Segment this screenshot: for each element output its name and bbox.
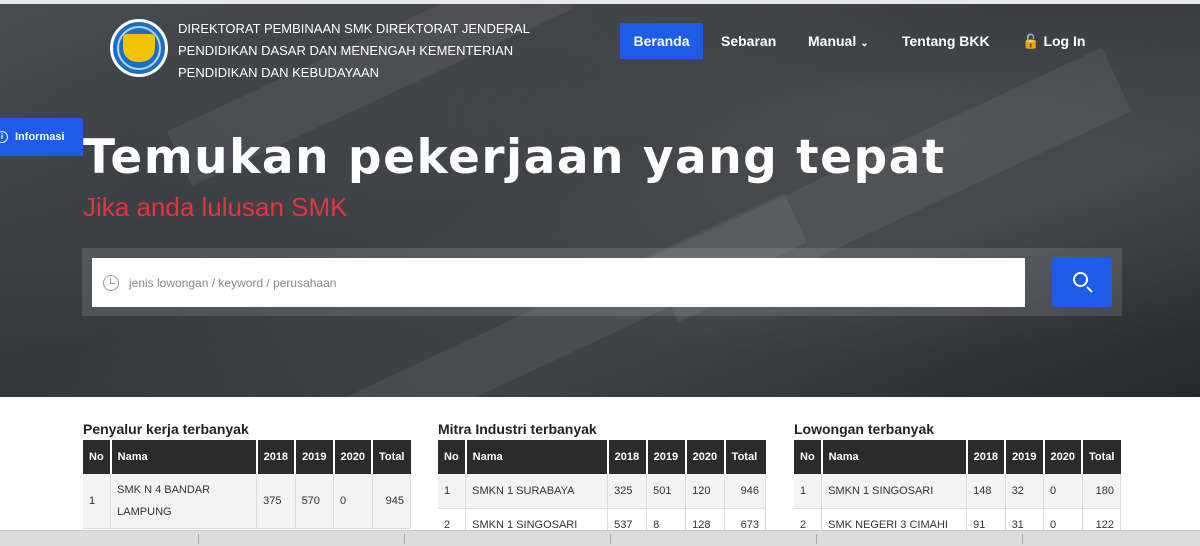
nav-login[interactable]: 🔓 Log In <box>1022 23 1085 59</box>
cell-2020: 0 <box>1043 474 1083 509</box>
col-2020[interactable]: 2020 <box>333 440 374 474</box>
table-header-row: No Nama 2018 2019 2020 Total <box>83 440 411 474</box>
cell-2018: 148 <box>966 474 1006 509</box>
col-no[interactable]: No <box>438 440 467 474</box>
col-no[interactable]: No <box>794 440 823 474</box>
cell-no: 1 <box>83 474 112 529</box>
col-2020[interactable]: 2020 <box>685 440 726 474</box>
cell-2020: 0 <box>333 474 373 529</box>
col-2018[interactable]: 2018 <box>966 440 1007 474</box>
nav-sebaran[interactable]: Sebaran <box>721 23 776 59</box>
informasi-label: Informasi <box>15 131 65 143</box>
nav-tentang-bkk[interactable]: Tentang BKK <box>902 23 990 59</box>
hero-headline: Temukan pekerjaan yang tepat <box>83 130 946 185</box>
hero-subline: Jika anda lulusan SMK <box>83 192 348 222</box>
cell-total: 945 <box>372 474 412 529</box>
col-2020[interactable]: 2020 <box>1043 440 1084 474</box>
info-icon: i <box>0 131 8 143</box>
chevron-down-icon: ⌄ <box>860 38 869 49</box>
browser-status-bar <box>0 530 1200 546</box>
col-total[interactable]: Total <box>1082 440 1121 474</box>
col-2019[interactable]: 2019 <box>295 440 335 474</box>
informasi-tab[interactable]: i Informasi <box>0 118 83 156</box>
col-total[interactable]: Total <box>724 440 766 474</box>
col-2019[interactable]: 2019 <box>1005 440 1045 474</box>
cell-2019: 501 <box>646 474 687 509</box>
cell-2018: 375 <box>256 474 296 529</box>
top-border <box>0 0 1200 4</box>
cell-2018: 325 <box>607 474 648 509</box>
table-header-row: No Nama 2018 2019 2020 Total <box>794 440 1121 474</box>
table-row[interactable]: 1 SMKN 1 SINGOSARI 148 32 0 180 <box>794 474 1122 509</box>
cell-nama: SMK N 4 BANDAR LAMPUNG <box>110 474 258 529</box>
mitra-table: No Nama 2018 2019 2020 Total 1 SMKN 1 SU… <box>438 440 766 543</box>
lock-icon: 🔓 <box>1022 33 1040 49</box>
cell-no: 1 <box>794 474 823 509</box>
lowongan-table: No Nama 2018 2019 2020 Total 1 SMKN 1 SI… <box>794 440 1122 543</box>
col-no[interactable]: No <box>83 440 112 474</box>
table-row[interactable]: 1 SMK N 4 BANDAR LAMPUNG 375 570 0 945 <box>83 474 412 529</box>
cell-nama: SMKN 1 SINGOSARI <box>821 474 968 509</box>
search-placeholder: jenis lowongan / keyword / perusahaan <box>129 276 337 290</box>
penyalur-title: Penyalur kerja terbanyak <box>83 421 249 437</box>
cell-2019: 32 <box>1005 474 1045 509</box>
nav-manual[interactable]: Manual ⌄ <box>808 23 869 59</box>
clock-icon <box>103 275 119 291</box>
mitra-title: Mitra Industri terbanyak <box>438 421 597 437</box>
nav-manual-label: Manual <box>808 33 857 49</box>
search-icon <box>1073 272 1088 287</box>
cell-2020: 120 <box>685 474 726 509</box>
col-nama[interactable]: Nama <box>465 440 609 474</box>
brand-line-2: PENDIDIKAN DASAR DAN MENENGAH KEMENTERIA… <box>178 43 514 58</box>
cell-total: 180 <box>1082 474 1122 509</box>
penyalur-table: No Nama 2018 2019 2020 Total 1 SMK N 4 B… <box>83 440 412 529</box>
cell-nama: SMKN 1 SURABAYA <box>465 474 609 509</box>
table-header-row: No Nama 2018 2019 2020 Total <box>438 440 766 474</box>
col-nama[interactable]: Nama <box>110 440 258 474</box>
brand-line-1: DIREKTORAT PEMBINAAN SMK DIREKTORAT JEND… <box>178 21 530 36</box>
search-button[interactable] <box>1052 257 1112 307</box>
col-nama[interactable]: Nama <box>821 440 968 474</box>
col-2019[interactable]: 2019 <box>646 440 687 474</box>
nav-beranda[interactable]: Beranda <box>620 23 703 59</box>
brand-line-3: PENDIDIKAN DAN KEBUDAYAAN <box>178 65 380 80</box>
kemendikbud-logo[interactable] <box>110 19 168 77</box>
col-2018[interactable]: 2018 <box>607 440 648 474</box>
nav-login-label: Log In <box>1043 33 1086 49</box>
lowongan-title: Lowongan terbanyak <box>794 421 935 437</box>
cell-no: 1 <box>438 474 467 509</box>
col-total[interactable]: Total <box>372 440 411 474</box>
table-row[interactable]: 1 SMKN 1 SURABAYA 325 501 120 946 <box>438 474 766 509</box>
cell-nama-line-2: LAMPUNG <box>117 505 172 518</box>
cell-total: 946 <box>724 474 766 509</box>
cell-2019: 570 <box>295 474 335 529</box>
cell-nama-line-1: SMK N 4 BANDAR <box>117 483 211 496</box>
col-2018[interactable]: 2018 <box>256 440 297 474</box>
brand-title[interactable]: DIREKTORAT PEMBINAAN SMK DIREKTORAT JEND… <box>178 18 538 84</box>
